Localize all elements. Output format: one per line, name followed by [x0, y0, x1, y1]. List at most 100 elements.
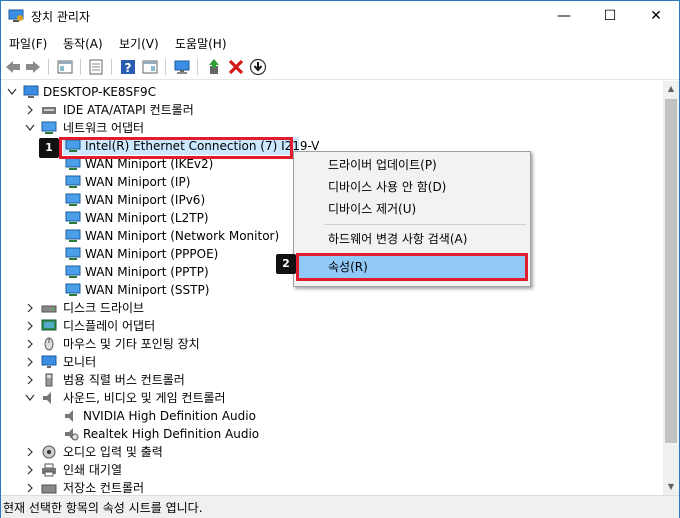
- tree-node-monitors[interactable]: 모니터: [1, 353, 401, 371]
- tree-node-label: 범용 직렬 버스 컨트롤러: [63, 373, 185, 387]
- tree-node-disk-drives[interactable]: 디스크 드라이브: [1, 299, 401, 317]
- tree-item-label: WAN Miniport (Network Monitor): [85, 229, 280, 243]
- tree-node-storage[interactable]: 저장소 컨트롤러: [1, 479, 401, 495]
- network-adapter-icon: [65, 265, 81, 279]
- network-adapter-icon: [65, 193, 81, 207]
- chevron-right-icon[interactable]: [25, 101, 35, 119]
- tree-item-label: Realtek High Definition Audio: [83, 427, 260, 441]
- tree-node-label: 모니터: [63, 355, 97, 369]
- network-adapter-icon: [41, 121, 57, 135]
- tree-node-label: IDE ATA/ATAPI 컨트롤러: [63, 103, 194, 117]
- monitor-icon: [41, 355, 57, 369]
- menu-file[interactable]: 파일(F): [9, 35, 47, 52]
- chevron-right-icon[interactable]: [25, 335, 35, 353]
- tree-node-label: 마우스 및 기타 포인팅 장치: [63, 337, 200, 351]
- show-hide-tree-icon[interactable]: [56, 58, 74, 76]
- tree-item-label: NVIDIA High Definition Audio: [83, 409, 256, 423]
- tree-node-audio-io[interactable]: 오디오 입력 및 출력: [1, 443, 401, 461]
- chevron-right-icon[interactable]: [25, 353, 35, 371]
- menu-separator: [324, 224, 526, 225]
- chevron-right-icon[interactable]: [25, 371, 35, 389]
- chevron-right-icon[interactable]: [25, 317, 35, 335]
- properties-icon[interactable]: [87, 58, 105, 76]
- display-adapter-icon: [41, 319, 57, 333]
- scroll-up-arrow[interactable]: ▲: [663, 81, 679, 97]
- window-title: 장치 관리자: [31, 10, 91, 24]
- ide-controller-icon: [41, 103, 57, 117]
- update-driver-icon[interactable]: [205, 58, 223, 76]
- network-adapter-icon: [65, 247, 81, 261]
- menu-item-label: 디바이스 사용 안 함(D): [328, 180, 447, 194]
- tree-item-label: WAN Miniport (PPTP): [85, 265, 209, 279]
- back-icon[interactable]: [4, 58, 22, 76]
- menu-item-scan-hardware[interactable]: 하드웨어 변경 사항 검색(A): [296, 228, 528, 250]
- forward-icon[interactable]: [24, 58, 42, 76]
- tree-item-nvidia-audio[interactable]: NVIDIA High Definition Audio: [61, 407, 321, 425]
- menu-bar: 파일(F) 동작(A) 보기(V) 도움말(H): [1, 31, 679, 53]
- tree-node-mice[interactable]: 마우스 및 기타 포인팅 장치: [1, 335, 401, 353]
- tree-node-usb[interactable]: 범용 직렬 버스 컨트롤러: [1, 371, 401, 389]
- tree-root-label: DESKTOP-KE8SF9C: [43, 85, 157, 99]
- menu-help[interactable]: 도움말(H): [175, 35, 227, 52]
- tree-item-wan-sstp[interactable]: WAN Miniport (SSTP): [63, 281, 323, 299]
- tree-item-wan-ipv6[interactable]: WAN Miniport (IPv6): [63, 191, 323, 209]
- status-bar: 현재 선택한 항목의 속성 시트를 엽니다.: [1, 495, 679, 518]
- menu-action[interactable]: 동작(A): [63, 35, 103, 52]
- chevron-down-icon[interactable]: [25, 389, 35, 407]
- menu-item-update-driver[interactable]: 드라이버 업데이트(P): [296, 154, 528, 176]
- speaker-icon: [63, 409, 79, 423]
- tree-node-display-adapters[interactable]: 디스플레이 어댑터: [1, 317, 401, 335]
- tree-item-realtek-audio[interactable]: Realtek High Definition Audio: [61, 425, 321, 443]
- tree-item-wan-l2tp[interactable]: WAN Miniport (L2TP): [63, 209, 323, 227]
- menu-view[interactable]: 보기(V): [119, 35, 159, 52]
- tree-node-label: 인쇄 대기열: [63, 463, 123, 477]
- audio-io-icon: [41, 445, 57, 459]
- scroll-down-arrow[interactable]: ▼: [663, 479, 679, 495]
- device-manager-icon: [8, 9, 24, 23]
- status-text: 현재 선택한 항목의 속성 시트를 엽니다.: [3, 501, 203, 515]
- chevron-down-icon[interactable]: [7, 83, 17, 101]
- tree-item-label: WAN Miniport (IPv6): [85, 193, 206, 207]
- device-manager-window: 장치 관리자 — ☐ ✕ 파일(F) 동작(A) 보기(V) 도움말(H) ?: [0, 0, 680, 518]
- tree-item-wan-ip[interactable]: WAN Miniport (IP): [63, 173, 323, 191]
- maximize-button[interactable]: ☐: [587, 1, 633, 31]
- tree-item-label: WAN Miniport (IP): [85, 175, 191, 189]
- chevron-right-icon[interactable]: [25, 299, 35, 317]
- chevron-right-icon[interactable]: [25, 479, 35, 495]
- help-icon[interactable]: ?: [119, 58, 137, 76]
- tree-item-wan-network-monitor[interactable]: WAN Miniport (Network Monitor): [63, 227, 323, 245]
- tree-node-label: 사운드, 비디오 및 게임 컨트롤러: [63, 391, 226, 405]
- vertical-scrollbar[interactable]: ▲ ▼: [663, 81, 679, 495]
- menu-item-uninstall-device[interactable]: 디바이스 제거(U): [296, 198, 528, 220]
- tree-node-label: 디스플레이 어댑터: [63, 319, 156, 333]
- tree-node-network-adapters[interactable]: 네트워크 어댑터: [1, 119, 401, 137]
- tree-node-sound[interactable]: 사운드, 비디오 및 게임 컨트롤러: [1, 389, 401, 407]
- usb-icon: [41, 373, 57, 387]
- menu-item-disable-device[interactable]: 디바이스 사용 안 함(D): [296, 176, 528, 198]
- tree-node-print-queues[interactable]: 인쇄 대기열: [1, 461, 401, 479]
- uninstall-icon[interactable]: [227, 58, 245, 76]
- minimize-button[interactable]: —: [541, 1, 587, 31]
- tree-node-label: 저장소 컨트롤러: [63, 481, 145, 495]
- tree-node-ide[interactable]: IDE ATA/ATAPI 컨트롤러: [1, 101, 401, 119]
- network-adapter-icon: [65, 175, 81, 189]
- download-icon[interactable]: [249, 58, 267, 76]
- toolbar: ?: [1, 55, 679, 80]
- tree-item-label: WAN Miniport (PPPOE): [85, 247, 219, 261]
- action-pane-icon[interactable]: [141, 58, 159, 76]
- monitor-icon[interactable]: [173, 58, 191, 76]
- tree-item-label: WAN Miniport (SSTP): [85, 283, 210, 297]
- step-badge-2: 2: [276, 254, 296, 274]
- close-button[interactable]: ✕: [633, 1, 679, 31]
- chevron-right-icon[interactable]: [25, 461, 35, 479]
- tree-node-label: 네트워크 어댑터: [63, 121, 145, 135]
- chevron-right-icon[interactable]: [25, 443, 35, 461]
- chevron-down-icon[interactable]: [25, 119, 35, 137]
- step-badge-1: 1: [39, 138, 59, 158]
- network-adapter-icon: [65, 157, 81, 171]
- tree-root[interactable]: DESKTOP-KE8SF9C: [1, 83, 401, 101]
- storage-controller-icon: [41, 481, 57, 495]
- svg-text:?: ?: [125, 61, 132, 75]
- scroll-thumb[interactable]: [665, 99, 677, 443]
- printer-icon: [41, 463, 57, 477]
